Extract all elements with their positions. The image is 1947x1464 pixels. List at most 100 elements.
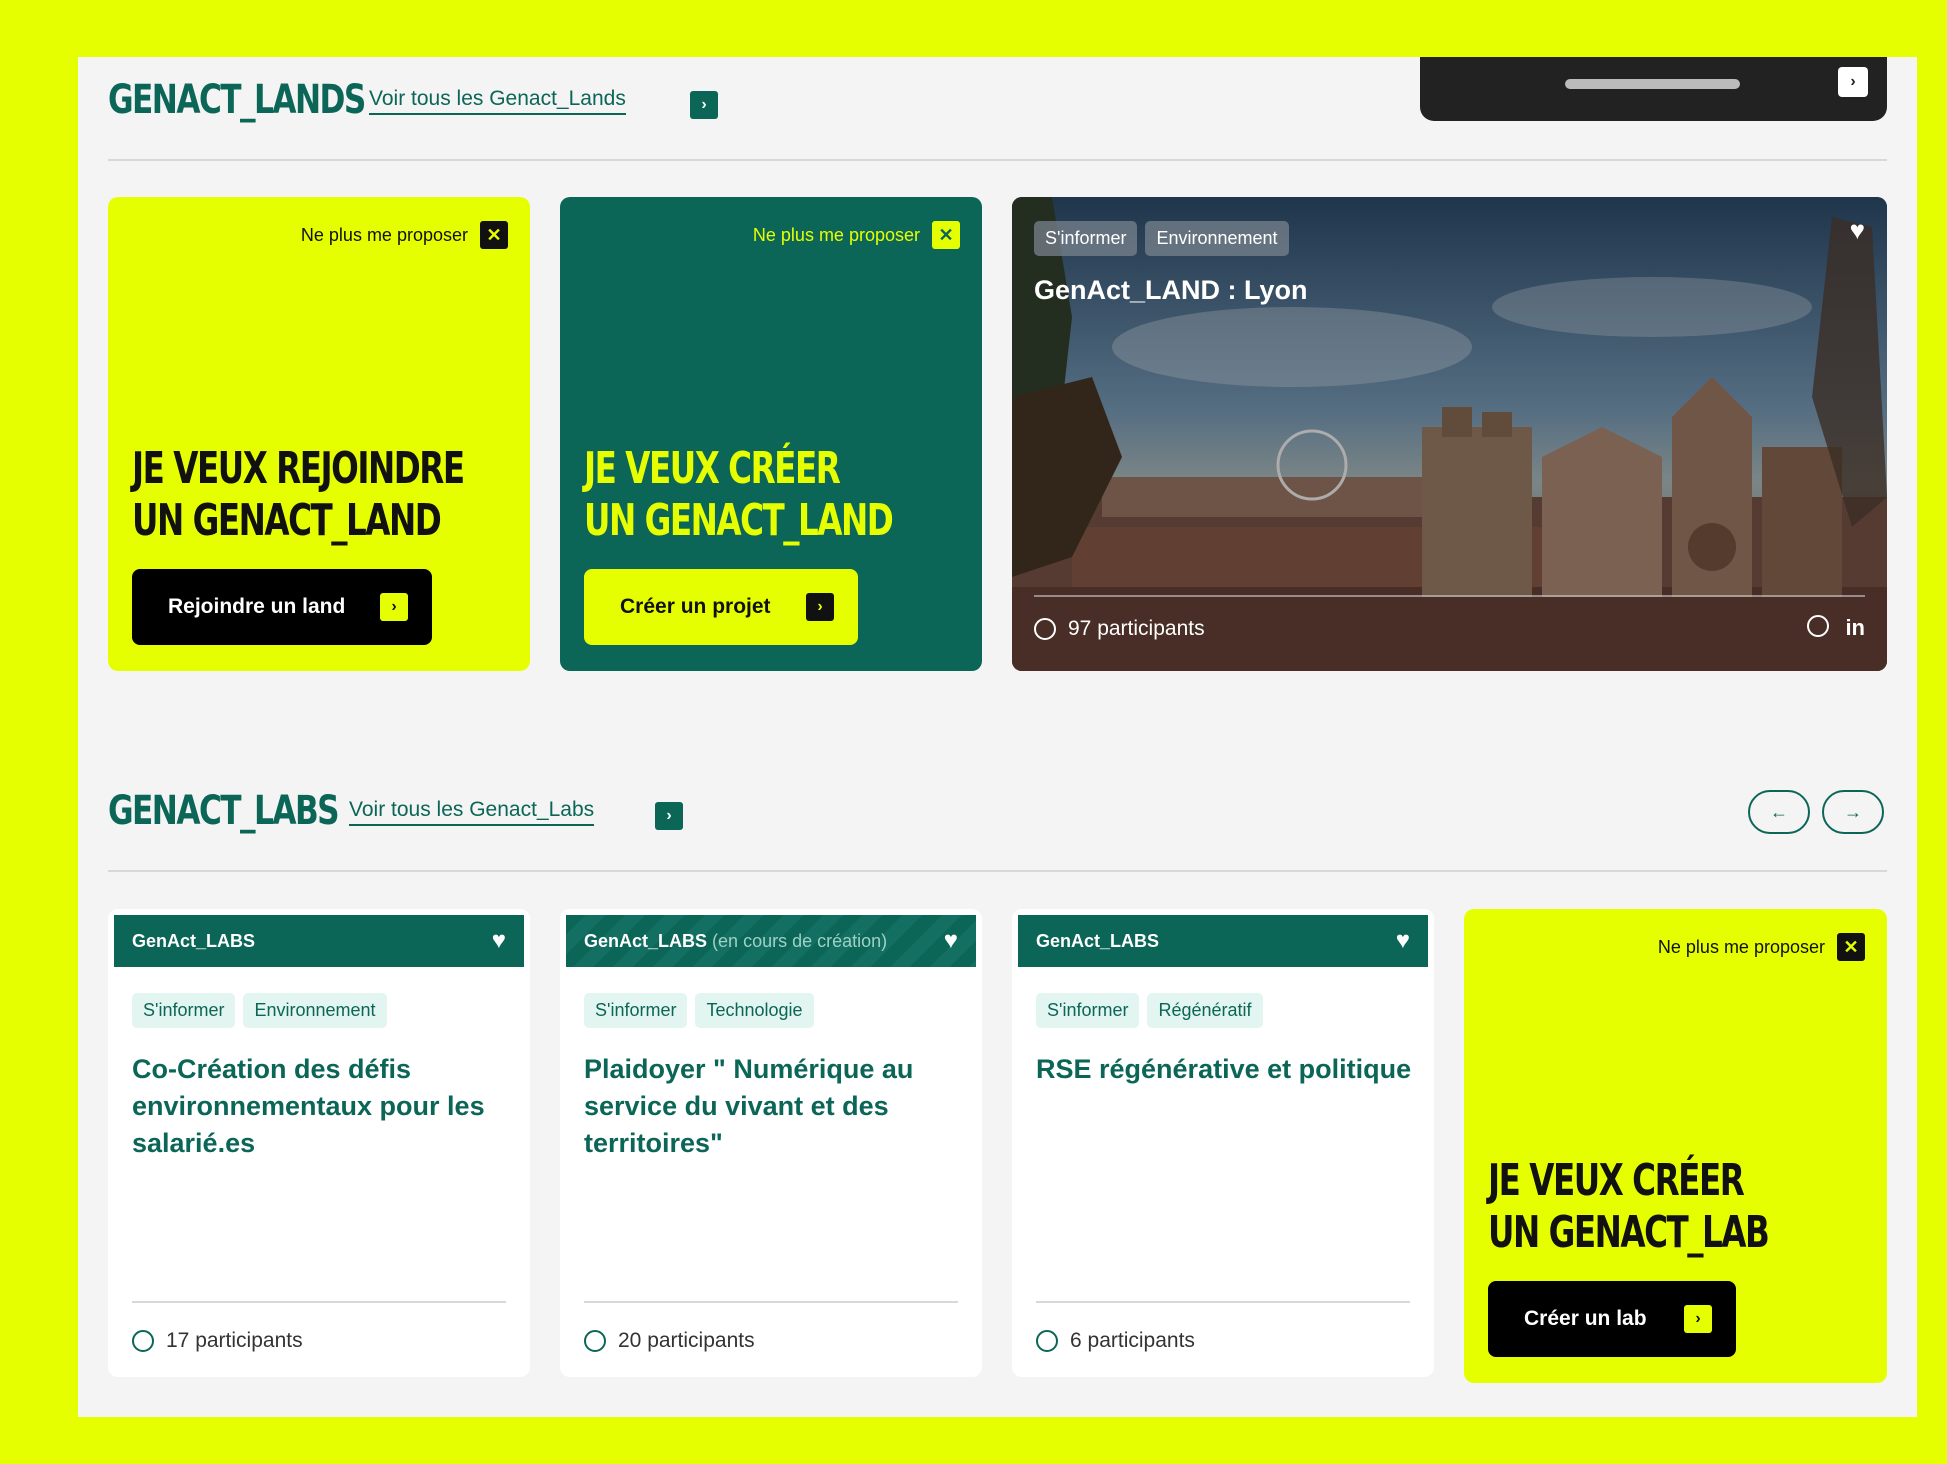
lab-card-header: GenAct_LABS ♥ xyxy=(1018,915,1428,967)
chevron-right-icon: › xyxy=(1850,73,1856,90)
drag-handle[interactable] xyxy=(1565,79,1740,89)
close-icon: ✕ xyxy=(932,221,960,249)
lab-status-label: (en cours de création) xyxy=(712,930,888,951)
join-land-button[interactable]: Rejoindre un land › xyxy=(132,569,432,645)
create-land-button-label: Créer un projet xyxy=(620,595,771,618)
chevron-right-icon: › xyxy=(380,593,408,621)
arrow-right-icon: → xyxy=(1844,801,1862,822)
lab-card[interactable]: GenAct_LABS ♥ S'informer Régénératif RSE … xyxy=(1012,909,1434,1377)
favorite-heart-icon[interactable]: ♥ xyxy=(1396,927,1410,955)
user-circle-icon xyxy=(1036,1330,1058,1352)
share-icons: in xyxy=(1807,615,1865,641)
create-land-button[interactable]: Créer un projet › xyxy=(584,569,858,645)
dismiss-label: Ne plus me proposer xyxy=(752,224,920,245)
favorite-heart-icon[interactable]: ♥ xyxy=(944,927,958,955)
lab-card-header: GenAct_LABS ♥ xyxy=(114,915,524,967)
lab-type-label: GenAct_LABS xyxy=(1036,930,1160,951)
create-lab-card: Ne plus me proposer ✕ JE VEUX CRÉER UN G… xyxy=(1464,909,1887,1383)
lab-participants-count: 17 participants xyxy=(166,1329,303,1352)
dismiss-label: Ne plus me proposer xyxy=(1657,936,1825,957)
floating-toolbar: › xyxy=(1420,57,1887,121)
lab-tags: S'informer Environnement xyxy=(132,993,395,1028)
user-circle-icon xyxy=(584,1330,606,1352)
lab-type-label: GenAct_LABS xyxy=(584,930,708,951)
create-land-card: Ne plus me proposer ✕ JE VEUX CRÉER UN G… xyxy=(560,197,982,671)
tag-informer: S'informer xyxy=(132,993,236,1028)
lands-section-title: GENACT_LANDS xyxy=(108,77,366,123)
join-land-heading-line2: UN GENACT_LAND xyxy=(132,495,442,546)
lyon-cityscape-image xyxy=(1012,197,1887,671)
labs-prev-button[interactable]: ← xyxy=(1748,790,1810,834)
see-all-labs-button[interactable]: › xyxy=(655,802,683,830)
labs-section-title: GENACT_LABS xyxy=(108,788,340,834)
lab-participants-count: 20 participants xyxy=(618,1329,755,1352)
chevron-right-icon: › xyxy=(1684,1305,1712,1333)
lab-title: RSE régénérative et politique xyxy=(1036,1054,1412,1084)
join-land-heading: JE VEUX REJOINDRE UN GENACT_LAND xyxy=(132,443,465,547)
lab-card[interactable]: GenAct_LABS ♥ S'informer Environnement Co… xyxy=(108,909,530,1377)
join-land-button-label: Rejoindre un land xyxy=(168,595,346,618)
create-lab-heading: JE VEUX CRÉER UN GENACT_LAB xyxy=(1488,1155,1770,1259)
close-icon: ✕ xyxy=(1837,933,1865,961)
page: › GENACT_LANDS Voir tous les Genact_Land… xyxy=(78,57,1917,1417)
whatsapp-icon[interactable] xyxy=(1807,615,1830,637)
tag-informer: S'informer xyxy=(584,993,688,1028)
lab-title: Plaidoyer " Numérique au service du viva… xyxy=(584,1054,914,1158)
dismiss-create-lab[interactable]: Ne plus me proposer ✕ xyxy=(1658,933,1865,961)
linkedin-icon[interactable]: in xyxy=(1845,615,1865,641)
lab-tags: S'informer Technologie xyxy=(584,993,822,1028)
chevron-right-icon: › xyxy=(806,593,834,621)
lab-participants-count: 6 participants xyxy=(1070,1329,1195,1352)
labs-divider xyxy=(108,870,1887,872)
toolbar-next-button[interactable]: › xyxy=(1838,67,1868,97)
see-all-lands-button[interactable]: › xyxy=(690,91,718,119)
lab-title: Co-Création des défis environnementaux p… xyxy=(132,1054,485,1158)
lab-type-wrap: GenAct_LABS (en cours de création) xyxy=(584,931,887,952)
tag-environnement: Environnement xyxy=(1145,221,1289,256)
tag-environnement: Environnement xyxy=(243,993,387,1028)
lab-card-header: GenAct_LABS (en cours de création) ♥ xyxy=(566,915,976,967)
favorite-heart-icon[interactable]: ♥ xyxy=(492,927,506,955)
join-land-heading-line1: JE VEUX REJOINDRE xyxy=(132,443,465,494)
lab-card[interactable]: GenAct_LABS (en cours de création) ♥ S'i… xyxy=(560,909,982,1377)
lyon-card-title: GenAct_LAND : Lyon xyxy=(1034,275,1308,305)
create-land-heading-line1: JE VEUX CRÉER xyxy=(584,443,841,494)
dismiss-label: Ne plus me proposer xyxy=(300,224,468,245)
lab-divider xyxy=(132,1301,506,1303)
dismiss-join-land[interactable]: Ne plus me proposer ✕ xyxy=(301,221,508,249)
lyon-land-card[interactable]: S'informer Environnement ♥ GenAct_LAND : … xyxy=(1012,197,1887,671)
user-circle-icon xyxy=(1034,618,1056,640)
create-lab-button[interactable]: Créer un lab › xyxy=(1488,1281,1736,1357)
lands-divider xyxy=(108,159,1887,161)
lab-participants: 17 participants xyxy=(132,1329,303,1353)
user-circle-icon xyxy=(132,1330,154,1352)
create-lab-button-label: Créer un lab xyxy=(1524,1307,1647,1330)
tag-technologie: Technologie xyxy=(695,993,814,1028)
lab-type-label: GenAct_LABS xyxy=(132,930,256,951)
lyon-participants: 97 participants xyxy=(1034,617,1205,641)
lab-tags: S'informer Régénératif xyxy=(1036,993,1271,1028)
tag-regeneratif: Régénératif xyxy=(1147,993,1263,1028)
create-lab-heading-line1: JE VEUX CRÉER xyxy=(1488,1155,1745,1206)
favorite-heart-icon[interactable]: ♥ xyxy=(1850,215,1865,246)
close-icon: ✕ xyxy=(480,221,508,249)
lab-divider xyxy=(1036,1301,1410,1303)
create-land-heading-line2: UN GENACT_LAND xyxy=(584,495,894,546)
dismiss-create-land[interactable]: Ne plus me proposer ✕ xyxy=(753,221,960,249)
create-lab-heading-line2: UN GENACT_LAB xyxy=(1488,1207,1770,1258)
chevron-right-icon: › xyxy=(666,807,672,824)
arrow-left-icon: ← xyxy=(1770,801,1788,822)
see-all-labs-link[interactable]: Voir tous les Genact_Labs xyxy=(349,798,595,826)
lyon-participants-count: 97 participants xyxy=(1068,617,1205,640)
see-all-lands-link[interactable]: Voir tous les Genact_Lands xyxy=(369,87,626,115)
create-land-heading: JE VEUX CRÉER UN GENACT_LAND xyxy=(584,443,894,547)
lab-participants: 6 participants xyxy=(1036,1329,1195,1353)
lab-participants: 20 participants xyxy=(584,1329,755,1353)
tag-informer: S'informer xyxy=(1036,993,1140,1028)
tag-informer: S'informer xyxy=(1034,221,1138,256)
lab-divider xyxy=(584,1301,958,1303)
join-land-card: Ne plus me proposer ✕ JE VEUX REJOINDRE … xyxy=(108,197,530,671)
chevron-right-icon: › xyxy=(701,96,707,113)
labs-next-button[interactable]: → xyxy=(1822,790,1884,834)
lyon-tags: S'informer Environnement xyxy=(1034,221,1297,256)
